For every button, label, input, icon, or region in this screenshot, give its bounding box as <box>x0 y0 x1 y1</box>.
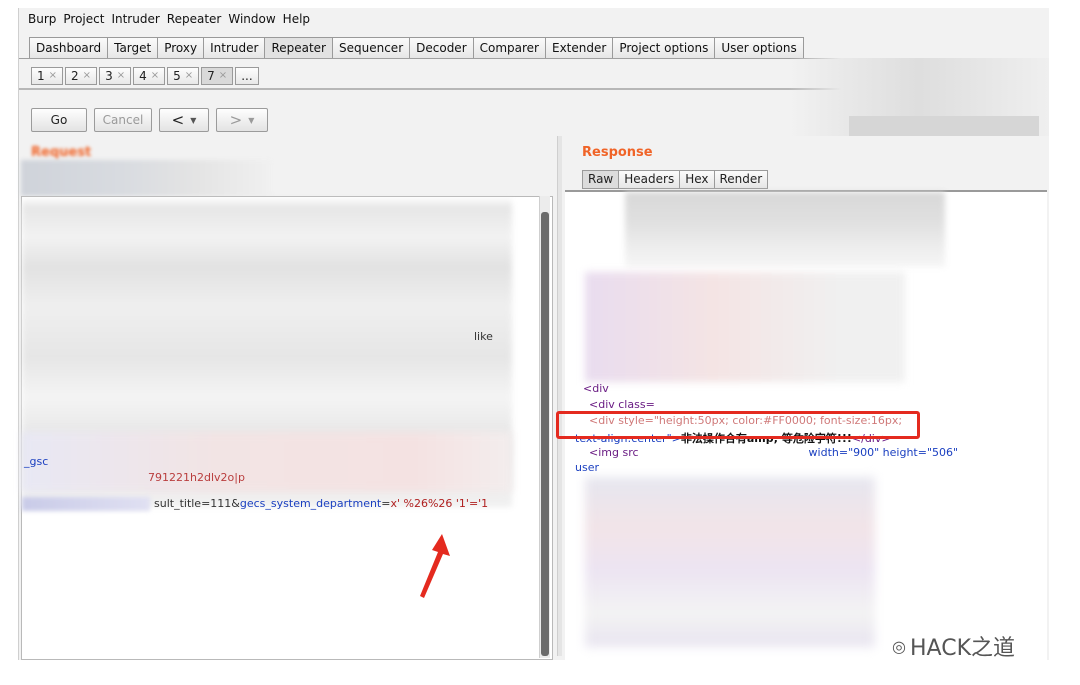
tab-extender[interactable]: Extender <box>545 37 613 59</box>
sqli-payload-line: sult_title=111&gecs_system_department=x'… <box>154 497 488 510</box>
repeater-tab-4[interactable]: 4 × <box>133 67 166 85</box>
close-icon[interactable]: × <box>219 68 227 84</box>
payload-key: sult_title=111& <box>154 497 240 510</box>
close-icon[interactable]: × <box>151 68 159 84</box>
response-title: Response <box>582 145 653 160</box>
arrow-annotation-icon <box>420 534 450 598</box>
request-editor[interactable]: like _gsc 791221h2dlv2o|p sult_title=111… <box>21 196 553 660</box>
request-scrollbar[interactable] <box>539 196 550 658</box>
response-tab-bar: Raw Headers Hex Render <box>582 170 769 189</box>
repeater-tab-2[interactable]: 2 × <box>65 67 98 85</box>
repeater-tab-1[interactable]: 1 × <box>31 67 64 85</box>
payload-param: gecs_system_department <box>239 497 382 510</box>
caret-down-icon: ▼ <box>248 115 255 125</box>
redacted-response-mid <box>585 272 905 382</box>
redacted-top-right-block <box>849 116 1039 136</box>
menu-intruder[interactable]: Intruder <box>110 12 160 30</box>
tab-sequencer[interactable]: Sequencer <box>332 37 410 59</box>
response-line-img: <img src width="900" height="506" <box>589 446 958 459</box>
response-line-div-class: <div class= <box>589 398 655 411</box>
cancel-button[interactable]: Cancel <box>94 108 152 132</box>
menu-burp[interactable]: Burp <box>27 12 57 30</box>
repeater-tab-bar: 1 × 2 × 3 × 4 × 5 × 7 × ... <box>31 67 259 85</box>
watermark: ◎ HACK之道 <box>892 630 1015 662</box>
redacted-response-top <box>625 192 945 267</box>
img-tag: <img src <box>589 446 639 459</box>
forward-button[interactable]: > ▼ <box>216 108 268 132</box>
redacted-response-bottom <box>585 477 875 647</box>
menu-window[interactable]: Window <box>227 12 276 30</box>
close-icon[interactable]: × <box>83 68 91 84</box>
close-icon[interactable]: × <box>185 68 193 84</box>
menu-project[interactable]: Project <box>62 12 105 30</box>
tab-headers[interactable]: Headers <box>618 170 680 189</box>
tab-hex[interactable]: Hex <box>679 170 714 189</box>
chevron-left-icon: < <box>171 111 185 129</box>
request-line-like: like <box>474 330 493 343</box>
repeater-tab-3[interactable]: 3 × <box>99 67 132 85</box>
close-icon[interactable]: × <box>117 68 125 84</box>
tab-intruder[interactable]: Intruder <box>203 37 265 59</box>
payload-value: x' %26%26 '1'='1 <box>390 497 489 510</box>
repeater-tab-7[interactable]: 7 × <box>201 67 234 85</box>
menu-help[interactable]: Help <box>282 12 311 30</box>
response-line-user: user <box>575 461 599 474</box>
request-line-hash: 791221h2dlv2o|p <box>148 471 245 484</box>
wechat-icon: ◎ <box>892 636 906 656</box>
burp-window: Burp Project Intruder Repeater Window He… <box>18 8 1049 662</box>
redacted-payload-prefix <box>22 497 150 511</box>
tab-dashboard[interactable]: Dashboard <box>29 37 108 59</box>
request-title: Request <box>31 145 92 160</box>
tab-target[interactable]: Target <box>107 37 158 59</box>
redacted-request-band <box>22 432 512 492</box>
close-icon[interactable]: × <box>49 68 57 84</box>
redacted-request-tabs <box>21 160 271 196</box>
tab-project-options[interactable]: Project options <box>612 37 715 59</box>
go-button[interactable]: Go <box>31 108 87 132</box>
caret-down-icon: ▼ <box>190 115 197 125</box>
tab-render[interactable]: Render <box>713 170 769 189</box>
split-pane-divider[interactable] <box>557 136 562 656</box>
repeater-tab-more[interactable]: ... <box>235 67 259 85</box>
repeater-tab-5[interactable]: 5 × <box>167 67 200 85</box>
img-attrs: width="900" height="506" <box>808 446 959 459</box>
tab-proxy[interactable]: Proxy <box>157 37 204 59</box>
menu-bar: Burp Project Intruder Repeater Window He… <box>27 12 311 30</box>
menu-repeater[interactable]: Repeater <box>166 12 223 30</box>
tab-raw[interactable]: Raw <box>582 170 619 189</box>
watermark-text: HACK之道 <box>910 636 1015 661</box>
tab-decoder[interactable]: Decoder <box>409 37 473 59</box>
back-button[interactable]: < ▼ <box>159 108 209 132</box>
tab-user-options[interactable]: User options <box>714 37 804 59</box>
chevron-right-icon: > <box>229 111 243 129</box>
request-line-gsc: _gsc <box>24 455 49 468</box>
tab-repeater[interactable]: Repeater <box>264 37 332 59</box>
tab-comparer[interactable]: Comparer <box>472 37 545 59</box>
response-line-div: <div <box>583 382 609 395</box>
request-scroll-thumb[interactable] <box>541 212 549 656</box>
highlight-annotation-box <box>556 411 920 439</box>
main-tab-bar: Dashboard Target Proxy Intruder Repeater… <box>29 37 804 59</box>
